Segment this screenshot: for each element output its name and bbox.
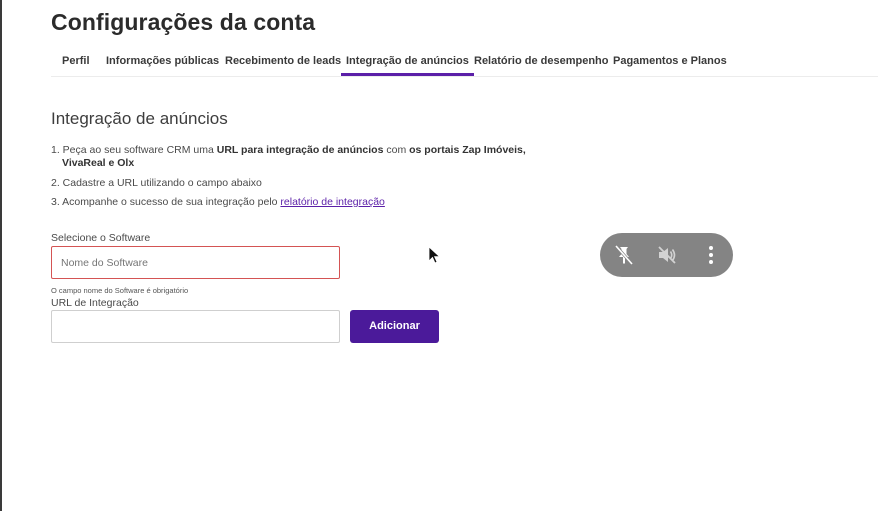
step-1-continued: VivaReal e Olx (51, 157, 134, 170)
step-1-bold-url: URL para integração de anúncios (216, 144, 384, 156)
tab-bar: Perfil Informações públicas Recebimento … (51, 48, 878, 77)
tab-integracao-de-anuncios[interactable]: Integração de anúncios (341, 48, 474, 76)
software-label: Selecione o Software (51, 232, 151, 244)
step-3: 3. Acompanhe o sucesso de sua integração… (51, 196, 385, 209)
step-1-mid: com (383, 144, 410, 156)
tab-perfil[interactable]: Perfil (57, 48, 95, 75)
tab-informacoes-publicas[interactable]: Informações públicas (101, 48, 224, 75)
add-button[interactable]: Adicionar (350, 310, 439, 343)
step-1-bold-portals-cont: VivaReal e Olx (62, 157, 135, 169)
unpin-icon[interactable] (612, 243, 636, 267)
mute-icon[interactable] (655, 243, 679, 267)
step-1-bold-portals: os portais Zap Imóveis, (409, 144, 526, 156)
integration-report-link[interactable]: relatório de integração (280, 196, 384, 208)
tab-recebimento-de-leads[interactable]: Recebimento de leads (220, 48, 346, 75)
tab-pagamentos-e-planos[interactable]: Pagamentos e Planos (608, 48, 732, 75)
software-error-message: O campo nome do Software é obrigatório (51, 286, 189, 295)
floating-video-controls (600, 233, 733, 277)
step-1-text: 1. Peça ao seu software CRM uma (51, 144, 217, 156)
integration-url-input[interactable] (51, 310, 340, 343)
page-title: Configurações da conta (51, 9, 316, 35)
section-title: Integração de anúncios (51, 109, 228, 128)
step-3-text: 3. Acompanhe o sucesso de sua integração… (51, 196, 281, 208)
tab-relatorio-de-desempenho[interactable]: Relatório de desempenho (469, 48, 613, 75)
software-name-input[interactable] (51, 246, 340, 279)
window-left-border (0, 0, 2, 511)
step-2: 2. Cadastre a URL utilizando o campo aba… (51, 177, 262, 189)
url-label: URL de Integração (51, 297, 139, 309)
step-1: 1. Peça ao seu software CRM uma URL para… (51, 144, 526, 157)
mouse-cursor-icon (428, 246, 442, 269)
more-vert-icon[interactable] (699, 243, 723, 267)
